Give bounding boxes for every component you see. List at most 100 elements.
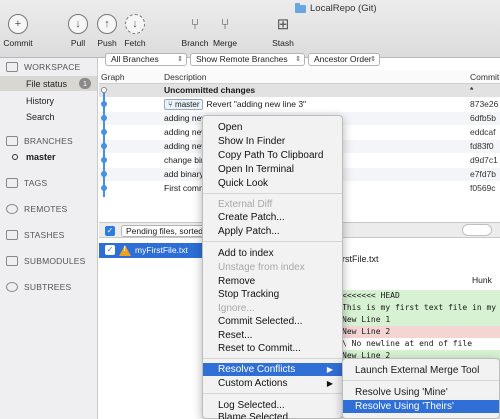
sidebar-item-file-status[interactable]: File status 1 — [0, 76, 97, 91]
branches-section[interactable]: BRANCHES — [6, 136, 73, 146]
commit-hash: e7fd7b — [470, 169, 496, 179]
context-menu: Open Show In Finder Copy Path To Clipboa… — [202, 115, 343, 419]
hunk-header: Hunk — [472, 275, 492, 285]
fetch-button[interactable]: ↓ Fetch — [115, 14, 155, 48]
commit-row[interactable]: ⑂ master Revert "adding new line 3" 873e2… — [99, 98, 500, 111]
subtrees-section[interactable]: SUBTREES — [6, 282, 71, 292]
branch-tag: ⑂ master — [164, 99, 204, 110]
branch-filter-select[interactable]: All Branches ⇕ — [105, 53, 187, 66]
fetch-label: Fetch — [124, 38, 146, 48]
folder-icon — [295, 2, 306, 13]
graph-node — [101, 129, 107, 135]
menu-item-add-to-index[interactable]: Add to index — [203, 247, 342, 260]
current-branch-icon — [12, 154, 18, 160]
submodules-section[interactable]: SUBMODULES — [6, 256, 86, 266]
submenu-item-resolve-theirs[interactable]: Resolve Using 'Theirs' — [343, 400, 499, 413]
remote-filter-select[interactable]: Show Remote Branches ⇕ — [190, 53, 305, 66]
menu-item-custom-actions[interactable]: Custom Actions ▶ — [203, 377, 342, 390]
sidebar-item-label: File status — [26, 78, 68, 89]
plus-icon: + — [8, 14, 28, 34]
graph-node — [101, 101, 107, 107]
pending-files-value: Pending files, sorted — [126, 226, 204, 236]
menu-item-show-in-finder[interactable]: Show In Finder — [203, 135, 342, 148]
menu-item-reset[interactable]: Reset... — [203, 329, 342, 342]
remotes-section[interactable]: REMOTES — [6, 204, 67, 214]
order-value: Ancestor Order — [314, 54, 372, 64]
branch-icon — [6, 136, 18, 146]
commit-list-header: Graph Description Commit — [99, 70, 500, 84]
chevron-updown-icon: ⇕ — [177, 56, 183, 63]
branch-icon: ⑂ — [190, 15, 200, 33]
menu-separator — [203, 193, 342, 194]
menu-separator — [203, 241, 342, 242]
commit-button[interactable]: + Commit — [0, 14, 38, 48]
commit-column-header[interactable]: Commit — [470, 72, 499, 82]
file-checkbox[interactable]: ✓ — [105, 245, 115, 255]
stash-icon: ⊞ — [276, 16, 290, 33]
submenu-arrow-icon: ▶ — [326, 365, 333, 374]
workspace-label: WORKSPACE — [24, 62, 81, 72]
commit-description: Revert "adding new line 3" — [206, 99, 307, 109]
subtrees-label: SUBTREES — [24, 282, 72, 292]
commit-hash: fd83f0 — [470, 141, 494, 151]
graph-column-header[interactable]: Graph — [101, 72, 125, 82]
graph-node — [101, 87, 107, 93]
menu-item-resolve-conflicts[interactable]: Resolve Conflicts ▶ — [203, 363, 342, 376]
commit-hash: f0569c — [470, 183, 496, 193]
sidebar-item-history[interactable]: History — [0, 93, 97, 108]
menu-item-apply-patch[interactable]: Apply Patch... — [203, 225, 342, 238]
graph-node — [101, 115, 107, 121]
menu-separator — [203, 358, 342, 359]
menu-item-commit-selected[interactable]: Commit Selected... — [203, 315, 342, 328]
remote-filter-value: Show Remote Branches — [196, 54, 288, 64]
sidebar-item-search[interactable]: Search — [0, 109, 97, 124]
menu-item-ignore: Ignore... — [218, 303, 255, 314]
file-status-badge: 1 — [79, 78, 91, 89]
commit-label: Commit — [3, 38, 33, 48]
menu-item-label: Resolve Conflicts — [218, 364, 296, 375]
file-row[interactable]: ✓ myFirstFile.txt — [99, 243, 212, 258]
select-all-checkbox[interactable]: ✓ — [105, 226, 115, 236]
branch-filter-value: All Branches — [111, 54, 159, 64]
stash-icon — [6, 230, 18, 240]
pull-label: Pull — [70, 38, 86, 48]
commit-hash: eddcaf — [470, 127, 496, 137]
sidebar-item-master[interactable]: master — [12, 152, 56, 162]
submenu-arrow-icon: ▶ — [326, 379, 333, 388]
graph-node — [101, 143, 107, 149]
tag-icon — [6, 178, 18, 188]
branch-tag-label: master — [175, 100, 200, 109]
commit-hash: d9d7c1 — [470, 155, 498, 165]
menu-item-open[interactable]: Open — [203, 121, 342, 134]
sidebar-item-label: History — [26, 95, 55, 106]
menu-item-blame-selected[interactable]: Blame Selected... — [203, 411, 342, 419]
remotes-label: REMOTES — [24, 204, 68, 214]
push-icon: ↑ — [97, 14, 117, 34]
pull-icon: ↓ — [68, 14, 88, 34]
chevron-updown-icon: ⇕ — [295, 56, 301, 63]
menu-item-quick-look[interactable]: Quick Look — [203, 177, 342, 190]
commit-hash: 6dfb5b — [470, 113, 496, 123]
tags-label: TAGS — [24, 178, 48, 188]
stash-button[interactable]: ⊞ Stash — [263, 14, 303, 48]
menu-item-copy-path[interactable]: Copy Path To Clipboard — [203, 149, 342, 162]
search-input[interactable] — [462, 224, 492, 236]
tags-section[interactable]: TAGS — [6, 178, 47, 188]
menu-item-stop-tracking[interactable]: Stop Tracking — [203, 288, 342, 301]
workspace-section[interactable]: WORKSPACE — [6, 62, 80, 72]
menu-item-remove[interactable]: Remove — [203, 275, 342, 288]
menu-separator — [203, 393, 342, 394]
description-column-header[interactable]: Description — [164, 72, 207, 82]
stashes-label: STASHES — [24, 230, 65, 240]
submenu-item-launch-merge-tool[interactable]: Launch External Merge Tool — [343, 364, 499, 377]
commit-description: First comm — [164, 183, 207, 193]
commit-row[interactable]: Uncommitted changes * — [99, 84, 500, 97]
stashes-section[interactable]: STASHES — [6, 230, 64, 240]
menu-item-open-in-terminal[interactable]: Open In Terminal — [203, 163, 342, 176]
menu-item-reset-to-commit[interactable]: Reset to Commit... — [203, 342, 342, 355]
menu-item-create-patch[interactable]: Create Patch... — [203, 211, 342, 224]
order-select[interactable]: Ancestor Order ⇕ — [308, 53, 380, 66]
submenu-item-resolve-mine[interactable]: Resolve Using 'Mine' — [343, 386, 499, 399]
merge-button[interactable]: ⑂ Merge — [205, 14, 245, 49]
branches-label: BRANCHES — [24, 136, 73, 146]
